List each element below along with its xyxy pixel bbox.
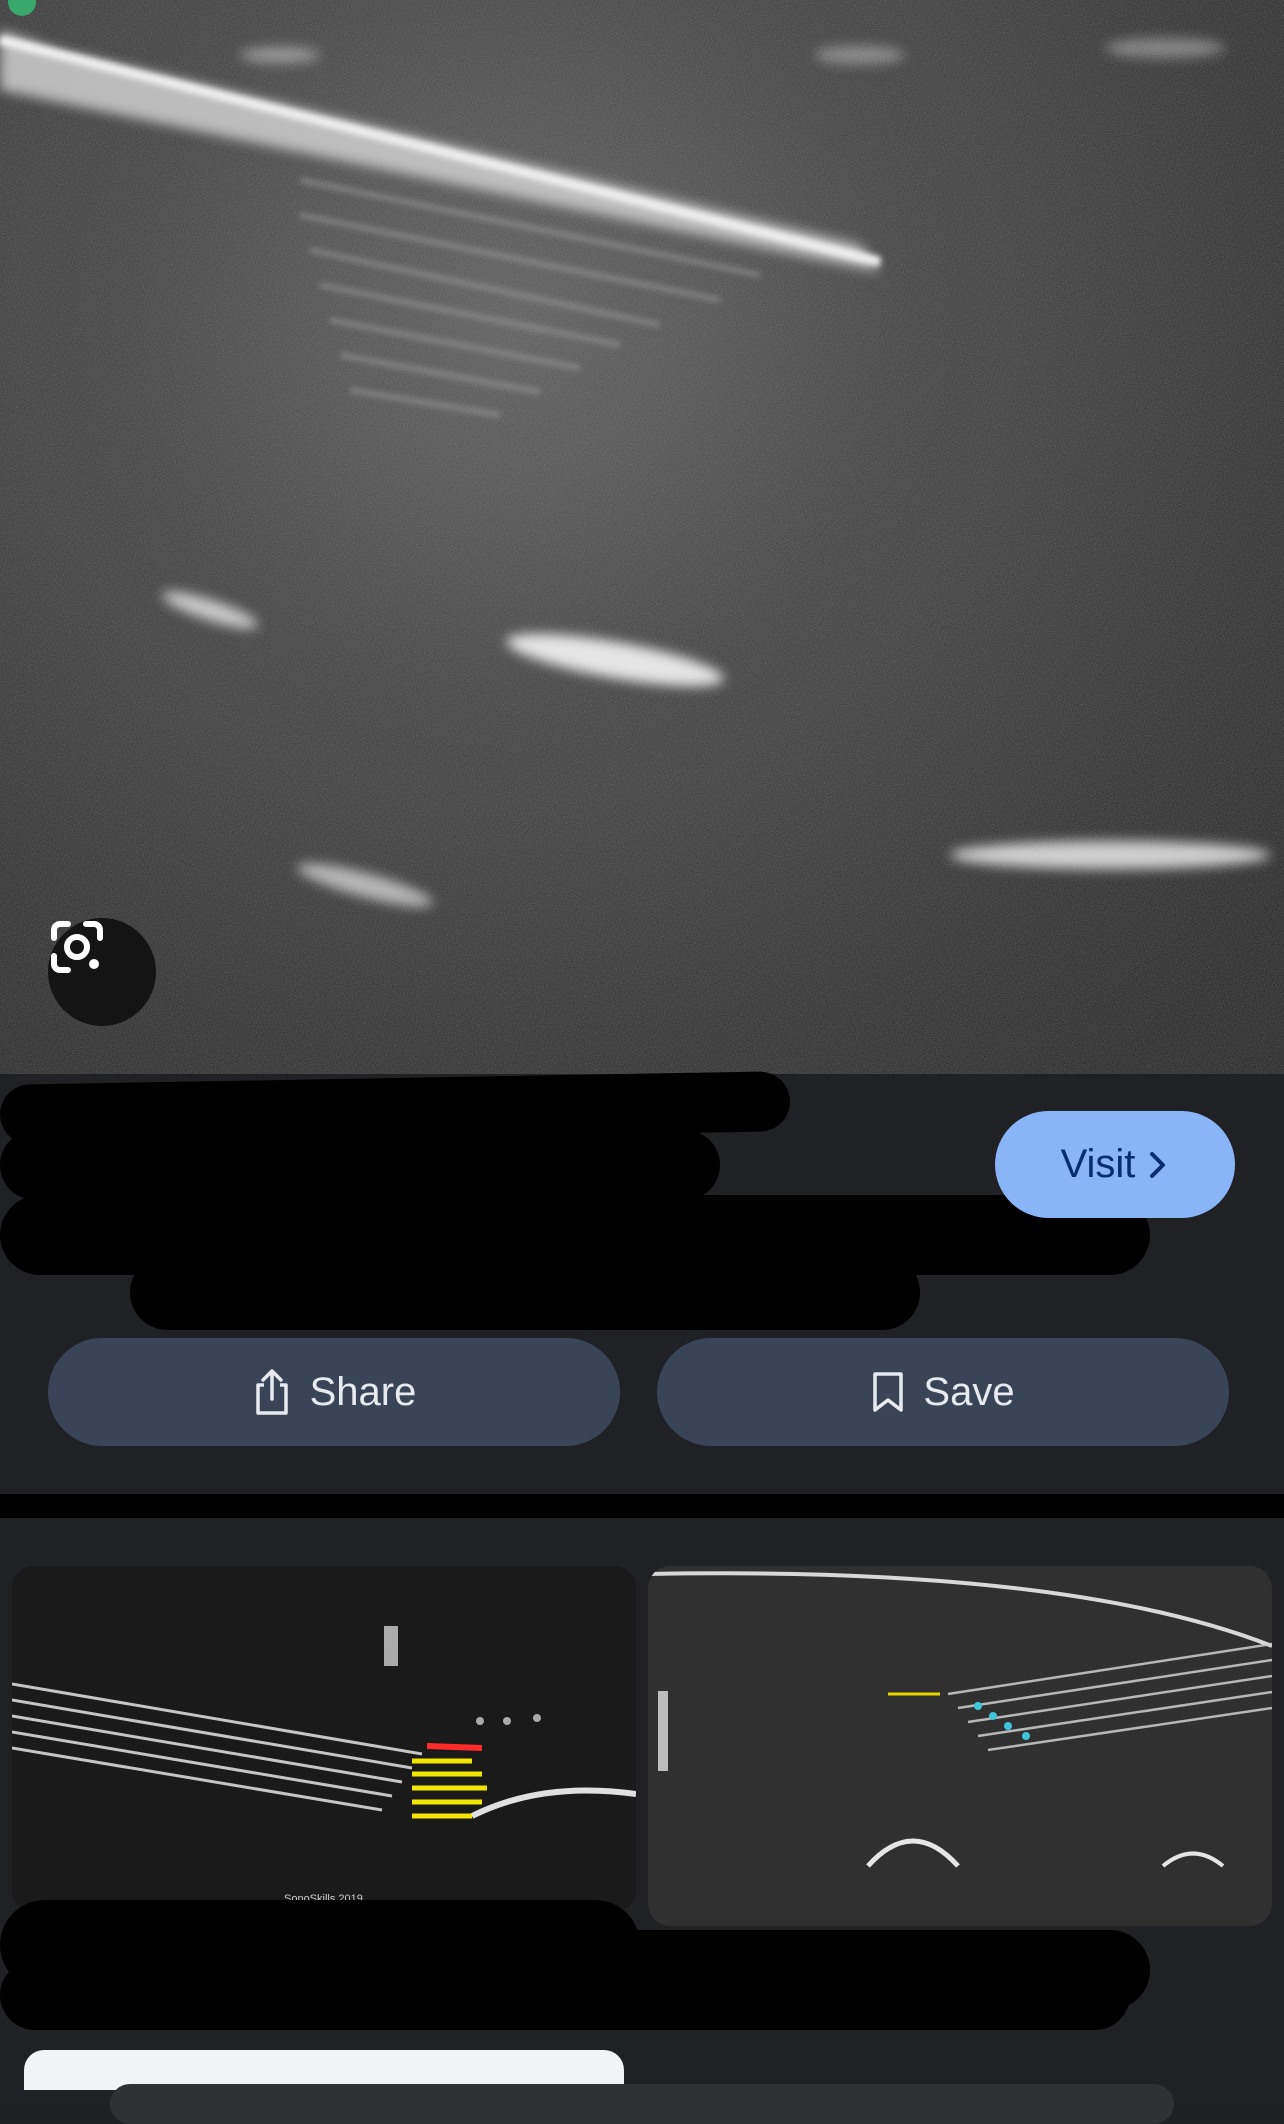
- visit-button[interactable]: Visit: [995, 1111, 1235, 1218]
- google-lens-button[interactable]: [48, 918, 156, 1026]
- related-thumb-2[interactable]: [648, 1566, 1272, 1926]
- chevron-right-icon: [1150, 1151, 1166, 1178]
- save-button[interactable]: Save: [657, 1338, 1229, 1446]
- related-image-2: [648, 1566, 1272, 1926]
- visit-label: Visit: [1060, 1142, 1136, 1186]
- redacted-description-2: [130, 1255, 920, 1330]
- ultrasound-image: [0, 0, 1284, 1074]
- main-result-image[interactable]: [0, 0, 1284, 1074]
- bottom-search-bar[interactable]: [110, 2084, 1174, 2124]
- bookmark-icon: [873, 1372, 904, 1412]
- section-divider: [0, 1494, 1284, 1518]
- share-button[interactable]: Share: [48, 1338, 620, 1446]
- share-icon: [255, 1369, 288, 1415]
- redacted-related-title-2: [560, 1930, 1150, 2010]
- redacted-source: [0, 1130, 720, 1200]
- related-thumb-1[interactable]: SonoSkills 2019: [12, 1566, 636, 1912]
- save-label: Save: [923, 1369, 1015, 1414]
- share-label: Share: [309, 1369, 417, 1414]
- google-lens-icon: [51, 921, 103, 973]
- related-image-1: SonoSkills 2019: [12, 1566, 636, 1912]
